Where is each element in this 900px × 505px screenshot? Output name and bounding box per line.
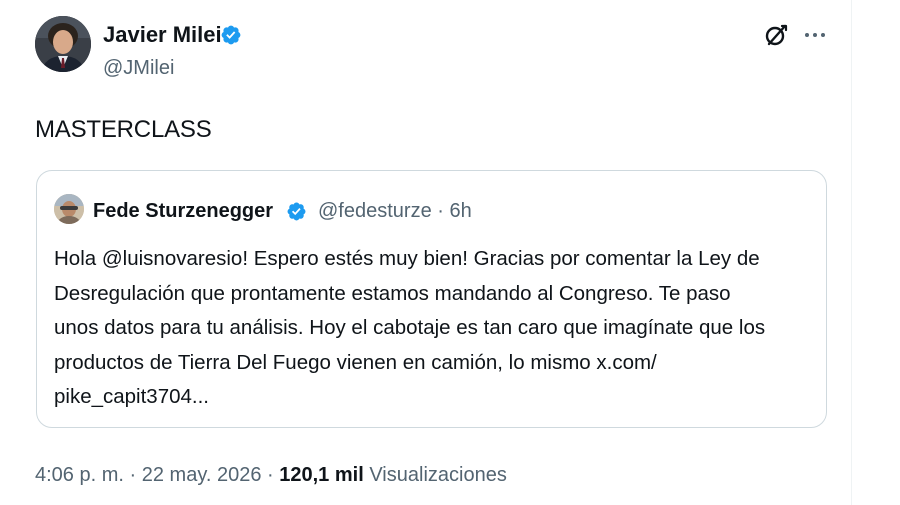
quoted-post[interactable]: Fede Sturzenegger @fedesturze · 6h Hola …	[36, 170, 827, 428]
post-date[interactable]: 22 may. 2026	[142, 464, 262, 486]
quoted-post-text: Hola @luisnovaresio! Espero estés muy bi…	[54, 247, 766, 408]
quoted-author-name: Fede Sturzenegger	[93, 200, 274, 222]
views-count: 120,1 mil	[279, 464, 364, 486]
post-text: MASTERCLASS	[35, 116, 212, 143]
author-name[interactable]: Javier Milei	[103, 22, 222, 48]
quoted-time: 6h	[449, 200, 472, 222]
author-avatar[interactable]	[35, 16, 91, 72]
quoted-meta-separator: ·	[437, 200, 444, 222]
grok-icon[interactable]	[763, 22, 789, 48]
quoted-author-avatar[interactable]	[54, 194, 84, 224]
quoted-meta: @fedesturze · 6h	[318, 199, 472, 223]
column-divider	[851, 0, 852, 505]
post-footer: 4:06 p. m. · 22 may. 2026 · 120,1 mil Vi…	[35, 462, 507, 488]
views-label: Visualizaciones	[369, 464, 507, 486]
footer-separator: ·	[129, 464, 137, 486]
quoted-author-handle: @fedesturze	[318, 200, 432, 222]
post-time[interactable]: 4:06 p. m.	[35, 464, 124, 486]
post-card: Javier Milei @JMilei MASTERCLASS Fede St…	[0, 0, 851, 505]
footer-separator: ·	[267, 464, 274, 486]
verified-badge-icon[interactable]	[220, 24, 242, 46]
author-handle[interactable]: @JMilei	[103, 56, 174, 80]
more-options-icon[interactable]	[803, 24, 827, 46]
author-avatar-image	[35, 16, 91, 72]
quoted-author-avatar-image	[54, 194, 84, 224]
page: Javier Milei @JMilei MASTERCLASS Fede St…	[0, 0, 900, 505]
quoted-verified-badge-icon	[287, 202, 306, 221]
